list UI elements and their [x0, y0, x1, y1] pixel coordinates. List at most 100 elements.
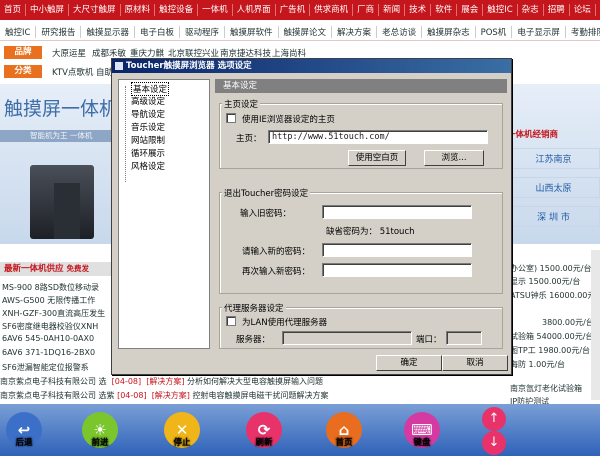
top-nav-item[interactable]: 新闻 — [379, 4, 406, 16]
kiosk-stand-image — [54, 183, 80, 239]
city-link[interactable]: 江苏南京 — [507, 148, 600, 169]
list-item[interactable]: SF6密度继电器校验仪XNH — [2, 321, 98, 332]
top-nav-item[interactable]: 招聘 — [544, 4, 570, 16]
dealer-box: 一体机经销商 江苏南京 山西太原 深 圳 市 — [507, 128, 600, 248]
list-item[interactable]: SF6泄漏智能定位报警系 — [2, 362, 89, 373]
homepage-label: 主页： — [236, 134, 262, 144]
confirm-password-input[interactable] — [322, 263, 472, 277]
tree-item-navigation[interactable]: 导航设定 — [131, 108, 165, 120]
scroll-down-button[interactable]: ↓ — [482, 431, 506, 455]
city-link[interactable]: 山西太原 — [507, 177, 600, 198]
top-nav-item[interactable]: 论坛 — [570, 4, 596, 16]
tree-item-style[interactable]: 风格设定 — [131, 160, 165, 172]
tree-item-basic[interactable]: 基本设定 — [131, 82, 170, 96]
sub-nav-item[interactable]: 电子白板 — [135, 25, 180, 38]
forward-button[interactable]: ☀ 前进 — [80, 412, 120, 448]
sub-nav-item[interactable]: 研究报告 — [36, 25, 82, 38]
price-row[interactable]: 显示 1500.00元/台 — [510, 276, 580, 287]
sub-nav-item[interactable]: 触摸屏论文 — [279, 25, 333, 38]
tree-item-advanced[interactable]: 高级设定 — [131, 95, 165, 107]
blank-page-button[interactable]: 使用空白页 — [348, 150, 406, 166]
sub-nav-item[interactable]: 触摸显示器 — [81, 25, 135, 38]
category-link[interactable]: KTV点歌机 — [52, 66, 93, 78]
tree-item-site-limit[interactable]: 网站限制 — [131, 134, 165, 146]
list-item[interactable]: 6AV6 545-0AH10-0AX0 — [2, 334, 94, 343]
exit-password-group: 退出Toucher密码设定 输入旧密码： 缺省密码为： 51touch 请输入新… — [219, 187, 503, 294]
refresh-button[interactable]: ⟳ 刷新 — [244, 412, 284, 448]
top-nav-item[interactable]: 触控IC — [483, 4, 518, 16]
homepage-group-label: 主页设定 — [222, 98, 261, 110]
price-row[interactable]: 试验箱 54000.00元/台 — [510, 331, 593, 342]
brand-link[interactable]: 大原运星 — [52, 47, 86, 59]
price-row[interactable]: 海防 1.00元/台 — [510, 359, 565, 370]
tree-item-loop[interactable]: 循环展示 — [131, 147, 165, 159]
sub-nav-item[interactable]: POS机 — [476, 25, 513, 38]
top-nav-item[interactable]: 展会 — [457, 4, 484, 16]
new-password-label: 请输入新的密码： — [242, 247, 311, 257]
dealer-title: 一体机经销商 — [507, 130, 559, 140]
top-nav-item[interactable]: 首页 — [0, 4, 27, 16]
cancel-button[interactable]: 取消 — [442, 355, 508, 371]
proxy-group-label: 代理服务器设定 — [222, 302, 286, 314]
scroll-up-button[interactable]: ↑ — [482, 407, 506, 431]
list-item[interactable]: AWS-G500 无限传播工作 — [2, 295, 95, 306]
top-nav-item[interactable]: 广告机 — [276, 4, 311, 16]
page-scrollbar[interactable] — [591, 250, 600, 400]
dialog-titlebar[interactable]: Toucher触摸屏浏览器 选项设定 — [112, 59, 511, 73]
sub-nav-item[interactable]: 解决方案 — [332, 25, 378, 38]
browse-button[interactable]: 浏览... — [424, 150, 484, 166]
top-nav-item[interactable]: 软件 — [431, 4, 458, 16]
list-item[interactable]: MS-900 8路SD数位移动录 — [2, 282, 99, 293]
sub-nav: 触控IC 研究报告 触摸显示器 电子白板 驱动程序 触摸屏软件 触摸屏论文 解决方案 老总访谈触… — [0, 23, 600, 41]
ok-button[interactable]: 确定 — [376, 355, 442, 371]
use-ie-label: 使用IE浏览器设定的主页 — [242, 115, 335, 125]
top-nav-item[interactable]: 原材料 — [121, 4, 156, 16]
price-row[interactable]: 办公室) 1500.00元/台 — [510, 263, 591, 274]
banner-strip: 智能机为王 一体机 — [0, 130, 120, 142]
list-item[interactable]: 南京氙灯老化试验箱 — [510, 383, 582, 394]
city-link[interactable]: 深 圳 市 — [507, 206, 600, 227]
proxy-group: 代理服务器设定 为LAN使用代理服务器 服务器： 端口： — [219, 302, 503, 349]
settings-tree: 基本设定 高级设定 导航设定 音乐设定 网站限制 循环展示 风格设定 — [118, 79, 210, 349]
top-nav-item[interactable]: 触控设备 — [155, 4, 199, 16]
top-nav-item[interactable]: 中小触屏 — [26, 4, 70, 16]
news-row[interactable]: 南京紫点电子科技有限公司 选紫 [04-08] [解决方案] 控射电容触摸屏电磁… — [0, 390, 328, 401]
top-nav-item[interactable]: 人机界面 — [233, 4, 276, 16]
old-password-label: 输入旧密码： — [240, 209, 292, 219]
back-button[interactable]: ↩ 后退 — [4, 412, 44, 448]
list-item[interactable]: XNH-GZF-300直流高压发生 — [2, 308, 105, 319]
news-row[interactable]: 南京紫点电子科技有限公司 选 [04-08] [解决方案] 分析如何解决大型电容… — [0, 376, 323, 387]
port-input[interactable] — [446, 331, 482, 345]
stop-button[interactable]: ✕ 停止 — [162, 412, 202, 448]
sub-nav-item[interactable]: 老总访谈 — [377, 25, 423, 38]
top-nav-item[interactable]: 供求商机 — [310, 4, 354, 16]
sub-nav-item[interactable]: 考勤排队机 — [566, 26, 600, 38]
use-ie-checkbox[interactable] — [226, 113, 236, 123]
server-input[interactable] — [282, 331, 412, 345]
price-row[interactable]: 图TP工 1980.00元/台 — [510, 345, 590, 356]
sub-nav-item[interactable]: 电子显示屏 — [512, 25, 566, 38]
top-nav-item[interactable]: 技术 — [405, 4, 432, 16]
app-icon — [115, 62, 123, 70]
brand-tag: 品牌 — [4, 46, 42, 59]
top-nav-item[interactable]: 一体机 — [198, 4, 233, 16]
price-row[interactable]: ATSU钟乐 16000.00元/台 — [510, 290, 600, 301]
sub-nav-item[interactable]: 触摸屏软件 — [225, 25, 279, 38]
top-nav: 首页 中小触屏 大尺寸触屏 原材料 触控设备 一体机 人机界面 广告机 供求商机 厂商 新闻 技术 软件… — [0, 0, 600, 20]
proxy-checkbox[interactable] — [226, 316, 236, 326]
tree-item-music[interactable]: 音乐设定 — [131, 121, 165, 133]
top-nav-item[interactable]: 大尺寸触屏 — [69, 4, 121, 16]
proxy-checkbox-label: 为LAN使用代理服务器 — [242, 318, 328, 328]
new-password-input[interactable] — [322, 243, 472, 257]
sub-nav-item[interactable]: 驱动程序 — [180, 25, 226, 38]
home-button[interactable]: ⌂ 首页 — [324, 412, 364, 448]
sub-nav-item[interactable]: 触控IC — [0, 25, 37, 38]
homepage-input[interactable]: http://www.51touch.com/ — [268, 130, 488, 144]
top-nav-item[interactable]: 厂商 — [353, 4, 380, 16]
list-item[interactable]: 6AV6 371-1DQ16-2BX0 — [2, 348, 95, 357]
top-nav-item[interactable]: 杂志 — [518, 4, 544, 16]
keyboard-button[interactable]: ⌨ 键盘 — [402, 412, 442, 448]
old-password-input[interactable] — [322, 205, 472, 219]
price-row[interactable]: 3800.00元/台 — [542, 317, 594, 328]
sub-nav-item[interactable]: 触摸屏杂志 — [422, 25, 476, 38]
